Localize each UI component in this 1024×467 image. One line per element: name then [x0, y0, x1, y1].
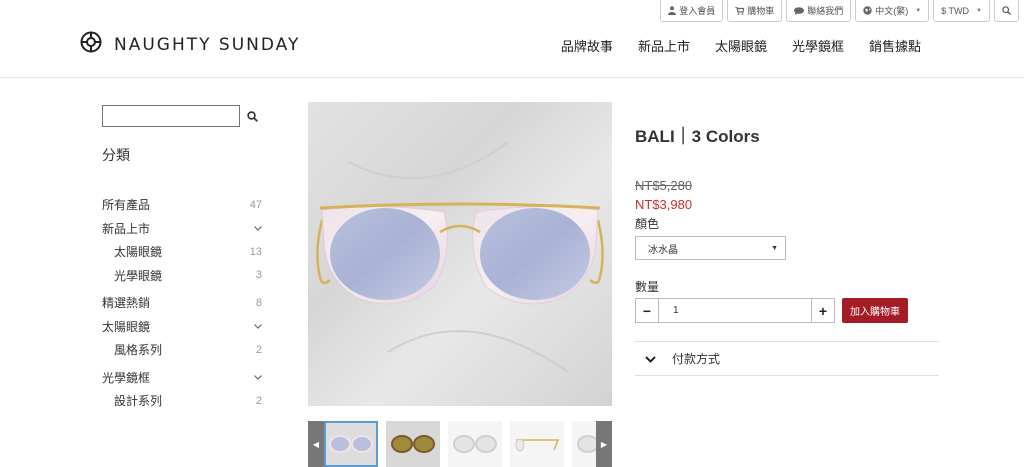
contact-button[interactable]: 聯絡我們 [786, 0, 852, 22]
thumbnail-ice-crystal[interactable] [324, 421, 378, 467]
category-count: 3 [255, 269, 262, 282]
original-price: NT$5,280 [635, 178, 693, 193]
quantity-stepper: − 1 + 加入購物車 [635, 298, 939, 323]
sidebar-search-button[interactable] [240, 105, 264, 127]
nav-store-locations[interactable]: 銷售據點 [869, 36, 921, 55]
category-count: 8 [255, 296, 262, 309]
site-logo[interactable]: NAUGHTY SUNDAY [80, 31, 300, 58]
top-search-button[interactable] [994, 0, 1019, 22]
color-select-value: 冰水晶 [648, 244, 678, 256]
category-label: 精選熱銷 [102, 296, 151, 311]
sunglasses-thumb-icon [453, 435, 497, 453]
cart-icon [735, 6, 745, 15]
caret-left-icon: ◀ [312, 439, 320, 449]
chevron-down-icon[interactable] [254, 321, 266, 331]
category-item-all-products[interactable]: 所有產品 47 [102, 193, 266, 217]
category-heading: 分類 [102, 147, 130, 163]
quantity-label: 數量 [635, 280, 660, 294]
thumbnail-clear-front[interactable] [448, 421, 502, 467]
main-nav: 品牌故事 新品上市 太陽眼鏡 光學鏡框 銷售據點 [561, 36, 921, 55]
category-count: 47 [249, 198, 262, 211]
category-label: 新品上市 [102, 221, 151, 236]
logo-text: NAUGHTY SUNDAY [114, 34, 301, 55]
category-item-optical-frames[interactable]: 光學鏡框 [102, 366, 266, 390]
quantity-input[interactable]: 1 [659, 298, 811, 323]
top-utility-bar: 登入會員 購物車 聯絡我們 中文(繁) ▼ $ TWD ▼ [660, 0, 1019, 22]
sunglasses-thumb-icon [391, 435, 435, 453]
nav-optical-frames[interactable]: 光學鏡框 [792, 36, 844, 55]
thumbnail-side-view[interactable] [510, 421, 564, 467]
cart-button[interactable]: 購物車 [727, 0, 783, 22]
category-label: 風格系列 [114, 343, 163, 358]
thumbnail-strip [324, 421, 596, 467]
cart-label: 購物車 [747, 6, 775, 16]
category-label: 太陽眼鏡 [102, 319, 151, 334]
search-icon [246, 110, 258, 122]
category-item-best-sellers[interactable]: 精選熱銷 8 [102, 291, 266, 315]
sunglasses-thumb-icon [577, 435, 596, 453]
category-list: 所有產品 47 新品上市 太陽眼鏡 13 光學眼鏡 3 精選熱銷 8 太陽眼鏡 [102, 193, 266, 413]
language-dropdown[interactable]: 中文(繁) ▼ [855, 0, 930, 22]
category-item-sunglasses[interactable]: 太陽眼鏡 13 [102, 240, 266, 264]
category-item-sunglasses-group[interactable]: 太陽眼鏡 [102, 315, 266, 339]
category-item-style-series[interactable]: 風格系列 2 [102, 338, 266, 362]
category-label: 設計系列 [114, 394, 163, 409]
nav-brand-story[interactable]: 品牌故事 [561, 36, 613, 55]
payment-methods-label: 付款方式 [672, 352, 721, 366]
sunglasses-side-icon [515, 438, 560, 452]
globe-icon [863, 6, 872, 15]
caret-down-icon: ▼ [771, 244, 778, 252]
logo-emblem-icon [80, 31, 102, 58]
add-to-cart-button[interactable]: 加入購物車 [842, 298, 908, 323]
site-header: NAUGHTY SUNDAY 品牌故事 新品上市 太陽眼鏡 光學鏡框 銷售據點 [0, 22, 1024, 78]
chat-icon [794, 6, 805, 15]
chevron-down-icon[interactable] [254, 223, 266, 233]
product-main-image[interactable] [308, 102, 612, 406]
login-label: 登入會員 [679, 6, 716, 16]
contact-label: 聯絡我們 [807, 6, 844, 16]
login-button[interactable]: 登入會員 [660, 0, 724, 22]
currency-dropdown[interactable]: $ TWD ▼ [933, 0, 990, 22]
category-count: 2 [255, 343, 262, 356]
category-sidebar: 分類 所有產品 47 新品上市 太陽眼鏡 13 光學眼鏡 3 精選熱銷 8 太陽… [102, 105, 266, 413]
category-item-new-arrivals[interactable]: 新品上市 [102, 217, 266, 241]
category-count: 13 [249, 245, 262, 258]
sidebar-search [102, 105, 266, 127]
category-label: 光學眼鏡 [114, 268, 163, 283]
caret-right-icon: ▶ [600, 439, 608, 449]
currency-label: $ TWD [941, 5, 970, 16]
category-count: 2 [255, 394, 262, 407]
quantity-increase-button[interactable]: + [811, 298, 835, 323]
carousel-prev-arrow[interactable]: ◀ [308, 421, 324, 467]
chevron-down-icon [645, 352, 656, 366]
user-icon [668, 6, 677, 15]
nav-new-arrivals[interactable]: 新品上市 [638, 36, 690, 55]
color-label: 顏色 [635, 217, 660, 231]
color-select[interactable]: 冰水晶 ▼ [635, 236, 786, 260]
sunglasses-thumb-icon [329, 435, 373, 453]
language-label: 中文(繁) [875, 6, 909, 16]
thumbnail-clear-alt[interactable] [572, 421, 596, 467]
carousel-next-arrow[interactable]: ▶ [596, 421, 612, 467]
caret-down-icon: ▼ [915, 7, 922, 14]
category-item-optical-glasses[interactable]: 光學眼鏡 3 [102, 264, 266, 288]
chevron-down-icon[interactable] [254, 372, 266, 382]
category-label: 光學鏡框 [102, 370, 151, 385]
caret-down-icon: ▼ [976, 7, 982, 14]
nav-sunglasses[interactable]: 太陽眼鏡 [715, 36, 767, 55]
category-item-design-series[interactable]: 設計系列 2 [102, 389, 266, 413]
category-label: 所有產品 [102, 198, 151, 213]
payment-methods-accordion[interactable]: 付款方式 [635, 341, 939, 376]
product-info: BALI｜3 Colors NT$5,280 NT$3,980 顏色 冰水晶 ▼… [635, 122, 939, 376]
thumbnail-gold-tortoise[interactable] [386, 421, 440, 467]
sunglasses-image [316, 141, 604, 373]
quantity-decrease-button[interactable]: − [635, 298, 659, 323]
sidebar-search-input[interactable] [102, 105, 240, 127]
search-icon [1002, 6, 1011, 15]
product-title: BALI｜3 Colors [635, 127, 760, 146]
sale-price: NT$3,980 [635, 197, 693, 212]
category-label: 太陽眼鏡 [114, 245, 163, 260]
thumbnail-carousel: ◀ ▶ [308, 421, 612, 467]
